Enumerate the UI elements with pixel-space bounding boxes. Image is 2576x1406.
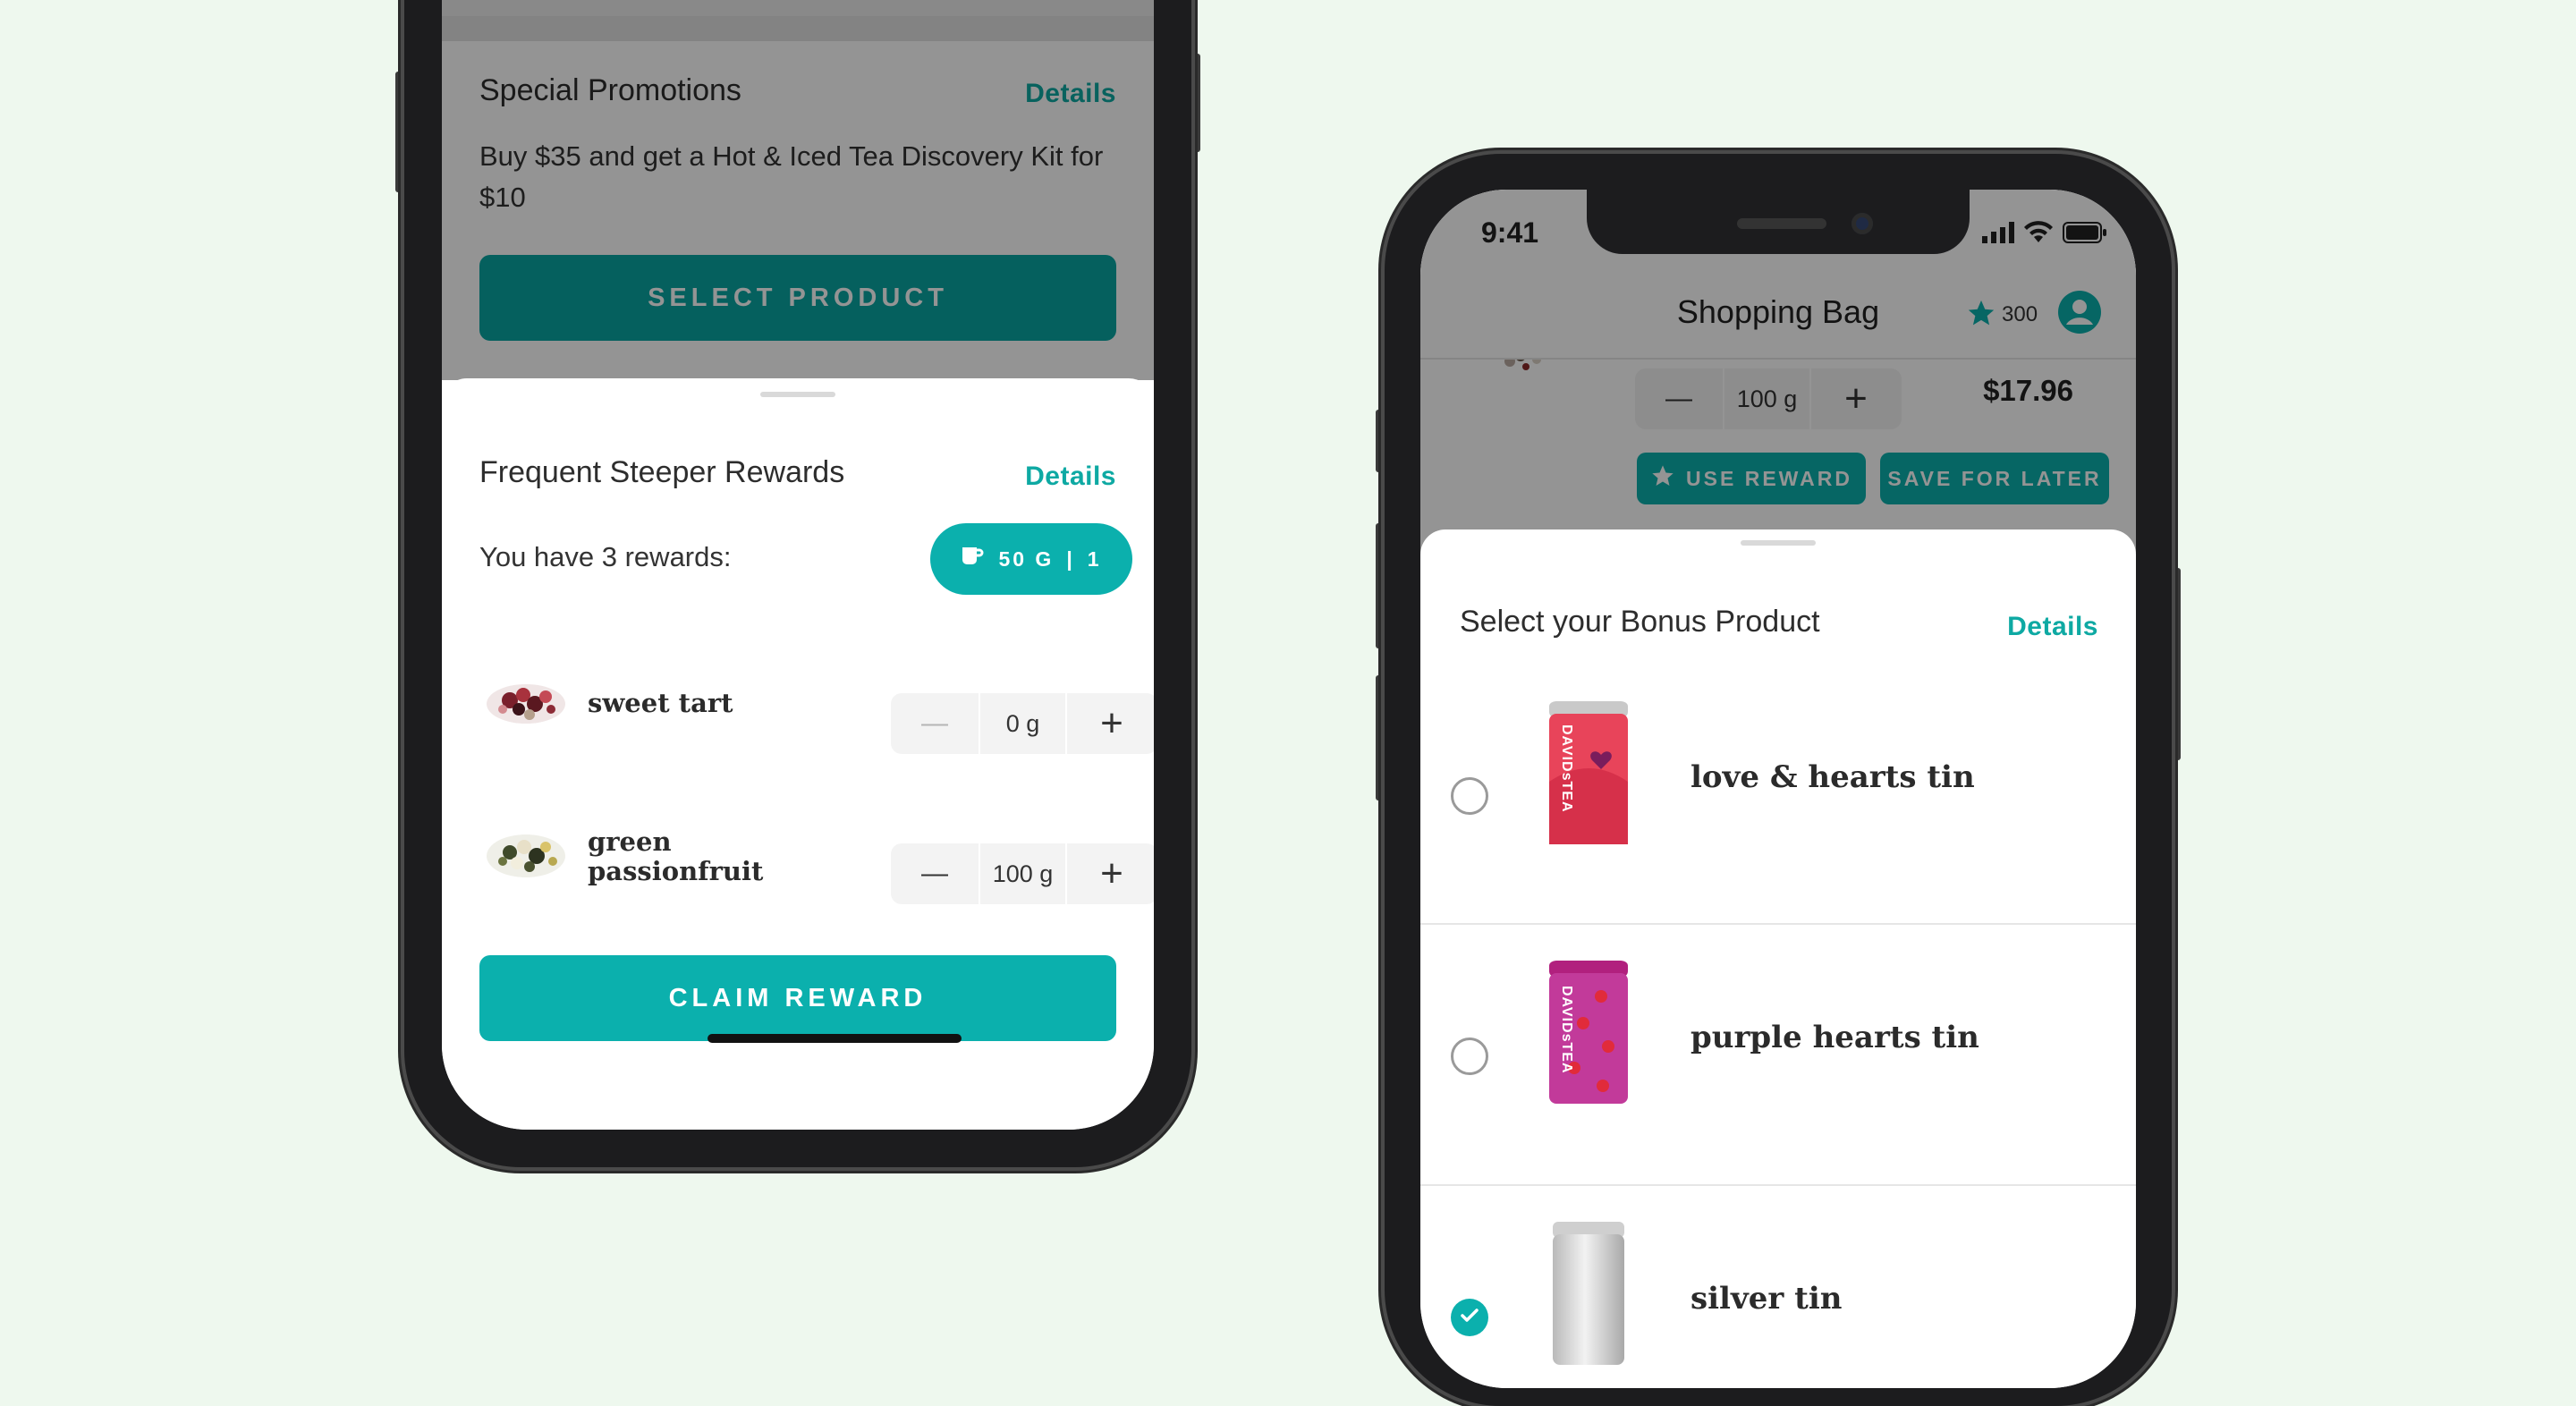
right-phone-screen: 9:41 Shopping Bag 300 — 100 g + $17.96 U… (1420, 190, 2136, 1388)
checkmark-icon (1459, 1305, 1480, 1331)
radio-button[interactable] (1451, 777, 1488, 815)
chip-count: 1 (1087, 546, 1102, 571)
bonus-option[interactable]: silver tin (1420, 1186, 2136, 1388)
reward-item-name-line1: green (588, 826, 672, 857)
left-phone: Special Promotions Details Buy $35 and g… (404, 0, 1191, 1167)
rewards-count: You have 3 rewards: (479, 541, 732, 572)
rewards-title: Frequent Steeper Rewards (479, 455, 845, 489)
bonus-option-name: love & hearts tin (1690, 759, 1975, 795)
bonus-option-name: silver tin (1690, 1281, 1843, 1317)
quantity-stepper: — 0 g + (891, 693, 1154, 754)
rewards-sheet: Frequent Steeper Rewards Details You hav… (442, 378, 1154, 1130)
front-camera (1852, 213, 1873, 234)
tin-brand-label: DAVIDsTEA (1559, 986, 1574, 1074)
chip-size: 50 G (998, 546, 1055, 571)
cup-icon (961, 545, 984, 573)
phone-side-button (1376, 523, 1383, 648)
home-indicator (708, 1034, 962, 1043)
quantity-stepper: — 100 g + (891, 843, 1154, 904)
phone-side-button (1193, 54, 1200, 152)
reward-item-name-line2: passionfruit (588, 856, 764, 886)
phone-side-button (1376, 410, 1383, 472)
bonus-details-link[interactable]: Details (2007, 612, 2098, 642)
tea-tin-image: DAVIDsTEA (1547, 701, 1630, 848)
increment-button[interactable]: + (1067, 693, 1154, 754)
sheet-handle[interactable] (760, 392, 835, 397)
bonus-option[interactable]: DAVIDsTEA love & hearts tin (1420, 664, 2136, 923)
left-phone-screen: Special Promotions Details Buy $35 and g… (442, 0, 1154, 1130)
speaker-grille (1737, 218, 1826, 229)
sheet-backdrop[interactable] (442, 0, 1154, 380)
quantity-value: 100 g (992, 860, 1054, 887)
reward-size-chip[interactable]: 50 G | 1 (930, 523, 1132, 595)
radio-button[interactable] (1451, 1038, 1488, 1075)
phone-side-button (1376, 675, 1383, 800)
radio-button-selected[interactable] (1451, 1299, 1488, 1336)
reward-item-name: green passionfruit (588, 827, 763, 886)
bonus-sheet-title: Select your Bonus Product (1460, 605, 1820, 639)
tea-tin-image: DAVIDsTEA (1547, 961, 1630, 1107)
bonus-product-sheet: Select your Bonus Product Details DAVIDs… (1420, 529, 2136, 1388)
bonus-option-name: purple hearts tin (1690, 1020, 1979, 1055)
tea-thumbnail-sweet-tart (483, 673, 569, 729)
tea-tin-image (1547, 1222, 1630, 1368)
bonus-option[interactable]: DAVIDsTEA purple hearts tin (1420, 925, 2136, 1184)
decrement-button[interactable]: — (891, 693, 979, 754)
claim-reward-button[interactable]: CLAIM REWARD (479, 955, 1116, 1041)
rewards-details-link[interactable]: Details (1025, 462, 1116, 492)
phone-side-button (2174, 568, 2181, 760)
chip-separator: | (1066, 546, 1075, 571)
reward-item-name: sweet tart (588, 688, 733, 718)
right-phone: 9:41 Shopping Bag 300 — 100 g + $17.96 U… (1385, 154, 2172, 1406)
tea-thumbnail-green-passionfruit (483, 826, 569, 883)
tin-brand-label: DAVIDsTEA (1559, 724, 1574, 813)
increment-button[interactable]: + (1067, 843, 1154, 904)
sheet-handle[interactable] (1741, 540, 1816, 546)
phone-side-button (395, 72, 402, 192)
phone-notch (1587, 190, 1970, 254)
quantity-value: 0 g (1005, 709, 1040, 737)
decrement-button[interactable]: — (891, 843, 979, 904)
